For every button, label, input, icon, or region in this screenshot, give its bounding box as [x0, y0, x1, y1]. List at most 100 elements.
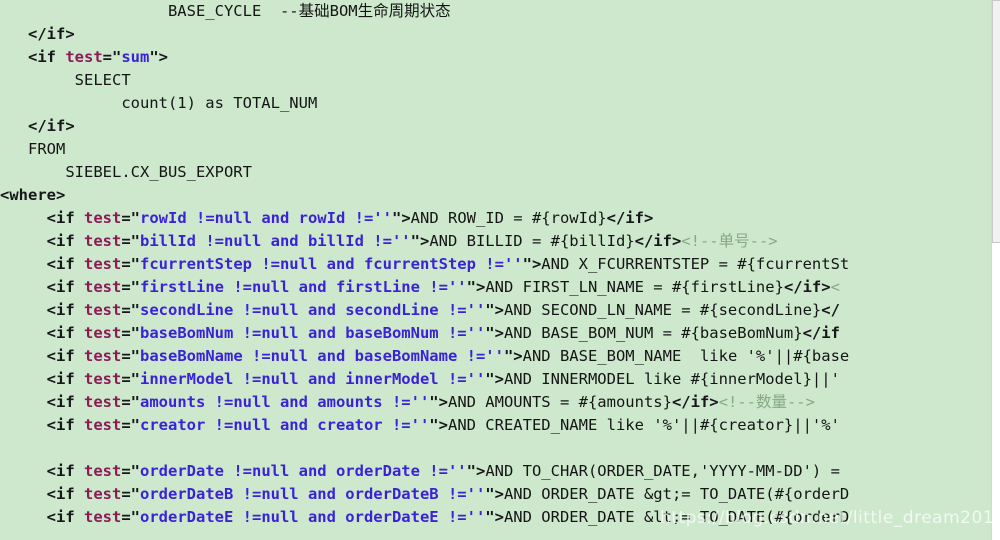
code-token-tag: <if — [46, 393, 84, 411]
code-token-val: rowId !=null and rowId !='' — [140, 209, 392, 227]
code-token-tag: > — [475, 278, 486, 296]
code-token-attr: test — [84, 416, 122, 434]
code-token-punc: " — [410, 232, 420, 250]
code-token-tag: </if> — [28, 25, 75, 43]
code-token-tag: <where> — [0, 186, 66, 204]
code-token-punc: " — [485, 485, 495, 503]
code-token-val: baseBomNum !=null and baseBomNum !='' — [140, 324, 486, 342]
code-token-val: creator !=null and creator !='' — [140, 416, 430, 434]
code-line: <if test="orderDate !=null and orderDate… — [0, 460, 849, 483]
code-token-punc: " — [149, 48, 159, 66]
code-token-punc: =" — [121, 255, 140, 273]
code-line: <if test="orderDateE !=null and orderDat… — [0, 506, 850, 529]
code-token-attr: test — [84, 232, 122, 250]
code-token-tag: > — [475, 462, 486, 480]
code-token-punc: =" — [121, 301, 140, 319]
code-line: <if test="baseBomName !=null and baseBom… — [0, 345, 850, 368]
code-token-val: amounts !=null and amounts !='' — [140, 393, 430, 411]
code-line: SIEBEL.CX_BUS_EXPORT — [0, 161, 849, 184]
code-token-punc: =" — [121, 485, 140, 503]
code-token-plain: AND X_FCURRENTSTEP = #{fcurrentSt — [541, 255, 850, 273]
code-line: <if test="fcurrentStep !=null and fcurre… — [0, 253, 850, 276]
code-token-tag: <if — [46, 324, 84, 342]
code-token-comment: < — [830, 278, 840, 296]
code-token-punc: =" — [121, 370, 140, 388]
code-token-attr: test — [84, 209, 122, 227]
code-token-punc: " — [429, 393, 439, 411]
code-token-plain: AND BILLID = #{billId} — [429, 232, 635, 250]
code-line: <where> — [0, 184, 849, 207]
code-token-attr: test — [84, 370, 122, 388]
code-token-tag: </if> — [783, 278, 831, 296]
code-token-plain: AND ORDER_DATE &lt;= TO_DATE(#{orderD — [503, 508, 850, 526]
code-token-plain: AND FIRST_LN_NAME = #{firstLine} — [485, 278, 784, 296]
code-line: </if> — [0, 23, 849, 46]
code-token-punc: " — [466, 462, 476, 480]
code-line: <if test="sum"> — [0, 46, 849, 69]
code-token-punc: =" — [121, 416, 140, 434]
code-token-attr: test — [84, 255, 122, 273]
code-token-tag: <if — [46, 232, 84, 250]
code-token-punc: =" — [121, 209, 140, 227]
code-token-punc: " — [485, 508, 495, 526]
code-line: <if test="firstLine !=null and firstLine… — [0, 276, 849, 299]
code-token-punc: " — [485, 370, 495, 388]
code-token-tag: <if — [46, 347, 84, 365]
code-token-val: firstLine !=null and firstLine !='' — [140, 278, 467, 296]
code-token-val: orderDateB !=null and orderDateB !='' — [140, 485, 486, 503]
code-token-plain: SIEBEL.CX_BUS_EXPORT — [0, 163, 252, 181]
code-token-tag: <if — [46, 485, 84, 503]
code-line: count(1) as TOTAL_NUM — [0, 92, 849, 115]
code-token-tag: > — [494, 370, 504, 388]
code-line: <if test="orderDateB !=null and orderDat… — [0, 483, 850, 506]
code-token-tag: > — [513, 347, 523, 365]
vertical-scrollbar-thumb[interactable] — [992, 0, 1000, 243]
vertical-scrollbar[interactable] — [991, 0, 1000, 540]
code-token-tag: <if — [46, 209, 84, 227]
code-editor-pane[interactable]: BASE_CYCLE --基础BOM生命周期状态 </if> <if test=… — [0, 0, 1000, 540]
code-line: <if test="creator !=null and creator !='… — [0, 414, 849, 437]
code-token-tag: > — [419, 232, 430, 250]
code-token-punc: =" — [102, 48, 122, 66]
code-token-tag: > — [494, 324, 504, 342]
code-token-tag: </ — [821, 301, 840, 319]
code-content[interactable]: BASE_CYCLE --基础BOM生命周期状态 </if> <if test=… — [0, 0, 849, 529]
code-token-attr: test — [65, 48, 103, 66]
code-token-plain: AND ROW_ID = #{rowId} — [410, 209, 607, 227]
code-line: <if test="amounts !=null and amounts !='… — [0, 391, 849, 414]
code-token-punc: " — [485, 301, 495, 319]
code-token-plain: AND INNERMODEL like #{innerModel}||' — [503, 370, 840, 388]
code-token-punc: =" — [121, 324, 140, 342]
code-token-val: orderDate !=null and orderDate !='' — [140, 462, 467, 480]
code-token-tag: > — [401, 209, 411, 227]
code-token-val: fcurrentStep !=null and fcurrentStep !='… — [140, 255, 523, 273]
code-token-comment: <!--数量--> — [718, 393, 815, 411]
code-token-tag: > — [494, 485, 504, 503]
code-token-punc: =" — [121, 508, 140, 526]
code-line: FROM — [0, 138, 849, 161]
code-token-attr: test — [84, 508, 122, 526]
code-token-plain: AND AMOUNTS = #{amounts} — [447, 393, 672, 411]
code-token-punc: =" — [121, 347, 140, 365]
code-token-punc: " — [522, 255, 532, 273]
code-line: <if test="secondLine !=null and secondLi… — [0, 299, 849, 322]
code-token-punc: " — [503, 347, 514, 365]
code-token-attr: test — [84, 485, 122, 503]
code-token-punc: " — [391, 209, 402, 227]
code-token-val: innerModel !=null and innerModel !='' — [140, 370, 486, 388]
code-token-attr: test — [84, 278, 122, 296]
code-token-punc: =" — [121, 462, 140, 480]
code-token-tag: > — [158, 48, 169, 66]
